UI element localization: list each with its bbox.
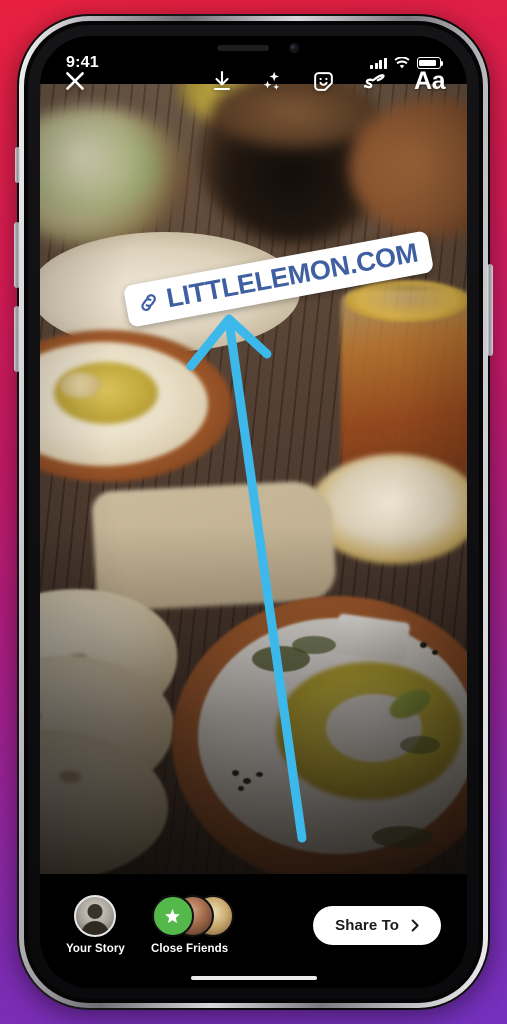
earpiece-speaker	[216, 45, 269, 51]
home-indicator	[190, 975, 317, 980]
story-photo-area[interactable]	[40, 84, 467, 874]
phone-notch	[178, 36, 329, 62]
share-to-label: Share To	[335, 916, 399, 934]
screenshot-stage: LITTLELEMON.COM Aa 9:41 Your Story Close…	[0, 0, 507, 1024]
your-story-label: Your Story	[66, 943, 125, 955]
power-button[interactable]	[487, 264, 493, 356]
green-star-icon	[151, 895, 194, 937]
your-story-avatar	[74, 895, 117, 937]
mute-switch[interactable]	[15, 147, 20, 183]
front-camera	[288, 43, 299, 53]
table-shadow	[40, 526, 467, 874]
close-friends-avatars	[151, 895, 234, 937]
phone-screen: LITTLELEMON.COM Aa 9:41 Your Story Close…	[40, 36, 467, 988]
volume-up-button[interactable]	[14, 222, 20, 288]
battery-icon	[417, 57, 444, 69]
link-chain-icon	[135, 289, 162, 316]
close-friends-option[interactable]: Close Friends	[150, 895, 234, 955]
chevron-right-icon	[407, 918, 422, 933]
your-story-option[interactable]: Your Story	[66, 895, 125, 955]
food-photo	[40, 84, 467, 874]
signal-bars-icon	[369, 57, 387, 69]
share-to-button[interactable]: Share To	[313, 905, 441, 945]
status-bar-time: 9:41	[66, 54, 99, 71]
close-friends-label: Close Friends	[150, 943, 229, 955]
share-bar: Your Story Close Friends Share To	[40, 874, 467, 988]
volume-down-button[interactable]	[14, 306, 20, 372]
phone-device: LITTLELEMON.COM Aa 9:41 Your Story Close…	[14, 14, 493, 1010]
wifi-icon	[394, 57, 410, 69]
chickpea-garnish	[60, 372, 100, 398]
tea-glass-gold-rim	[345, 280, 467, 322]
